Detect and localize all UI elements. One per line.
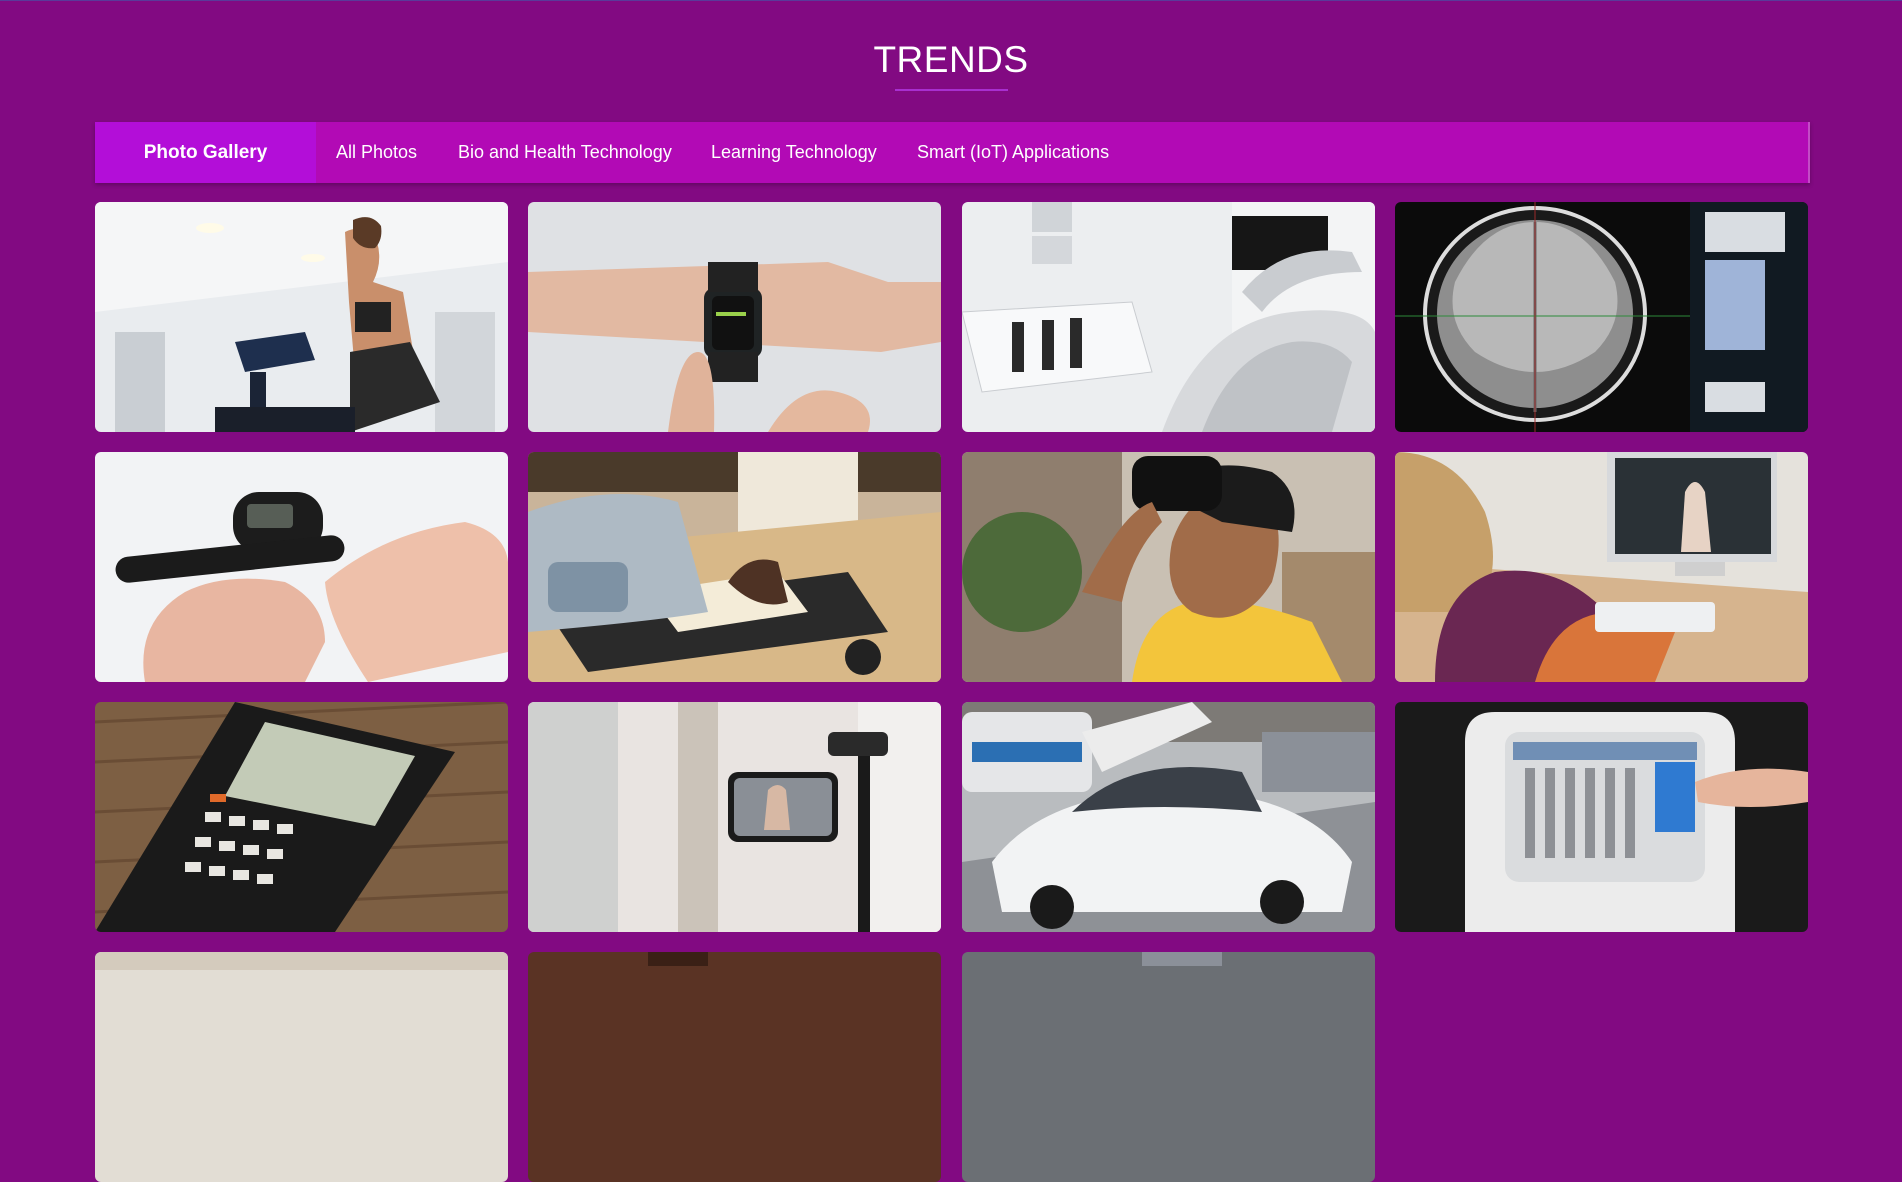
title-wrap: TRENDS [0, 39, 1902, 81]
nav-item-learning[interactable]: Learning Technology [711, 122, 877, 183]
page-title: TRENDS [873, 39, 1029, 80]
gallery-photo-smartwatch[interactable] [528, 202, 941, 432]
gallery-photo-partial-2[interactable] [528, 952, 941, 1182]
gallery-photo-online-class[interactable] [1395, 452, 1808, 682]
gallery-nav: Photo Gallery All Photos Bio and Health … [95, 122, 1810, 183]
gallery-photo-glucose-meter[interactable] [95, 452, 508, 682]
gallery-photo-smart-kiosk[interactable] [1395, 702, 1808, 932]
title-underline [895, 89, 1008, 91]
gallery-photo-brain-mri[interactable] [1395, 202, 1808, 432]
gallery-photo-partial-3[interactable] [962, 952, 1375, 1182]
nav-brand[interactable]: Photo Gallery [95, 122, 316, 183]
gallery-photo-vr-headset[interactable] [962, 452, 1375, 682]
gallery-photo-book-scanner[interactable] [528, 452, 941, 682]
gallery-photo-partial-1[interactable] [95, 952, 508, 1182]
nav-item-smart-iot[interactable]: Smart (IoT) Applications [917, 122, 1109, 183]
nav-item-all-photos[interactable]: All Photos [336, 122, 417, 183]
gallery-photo-treadmill[interactable] [95, 202, 508, 432]
gallery-photo-phone-tripod[interactable] [528, 702, 941, 932]
gallery-photo-dental-chair[interactable] [962, 202, 1375, 432]
gallery-photo-calculator[interactable] [95, 702, 508, 932]
gallery-photo-concept-car[interactable] [962, 702, 1375, 932]
nav-item-bio-health[interactable]: Bio and Health Technology [458, 122, 672, 183]
